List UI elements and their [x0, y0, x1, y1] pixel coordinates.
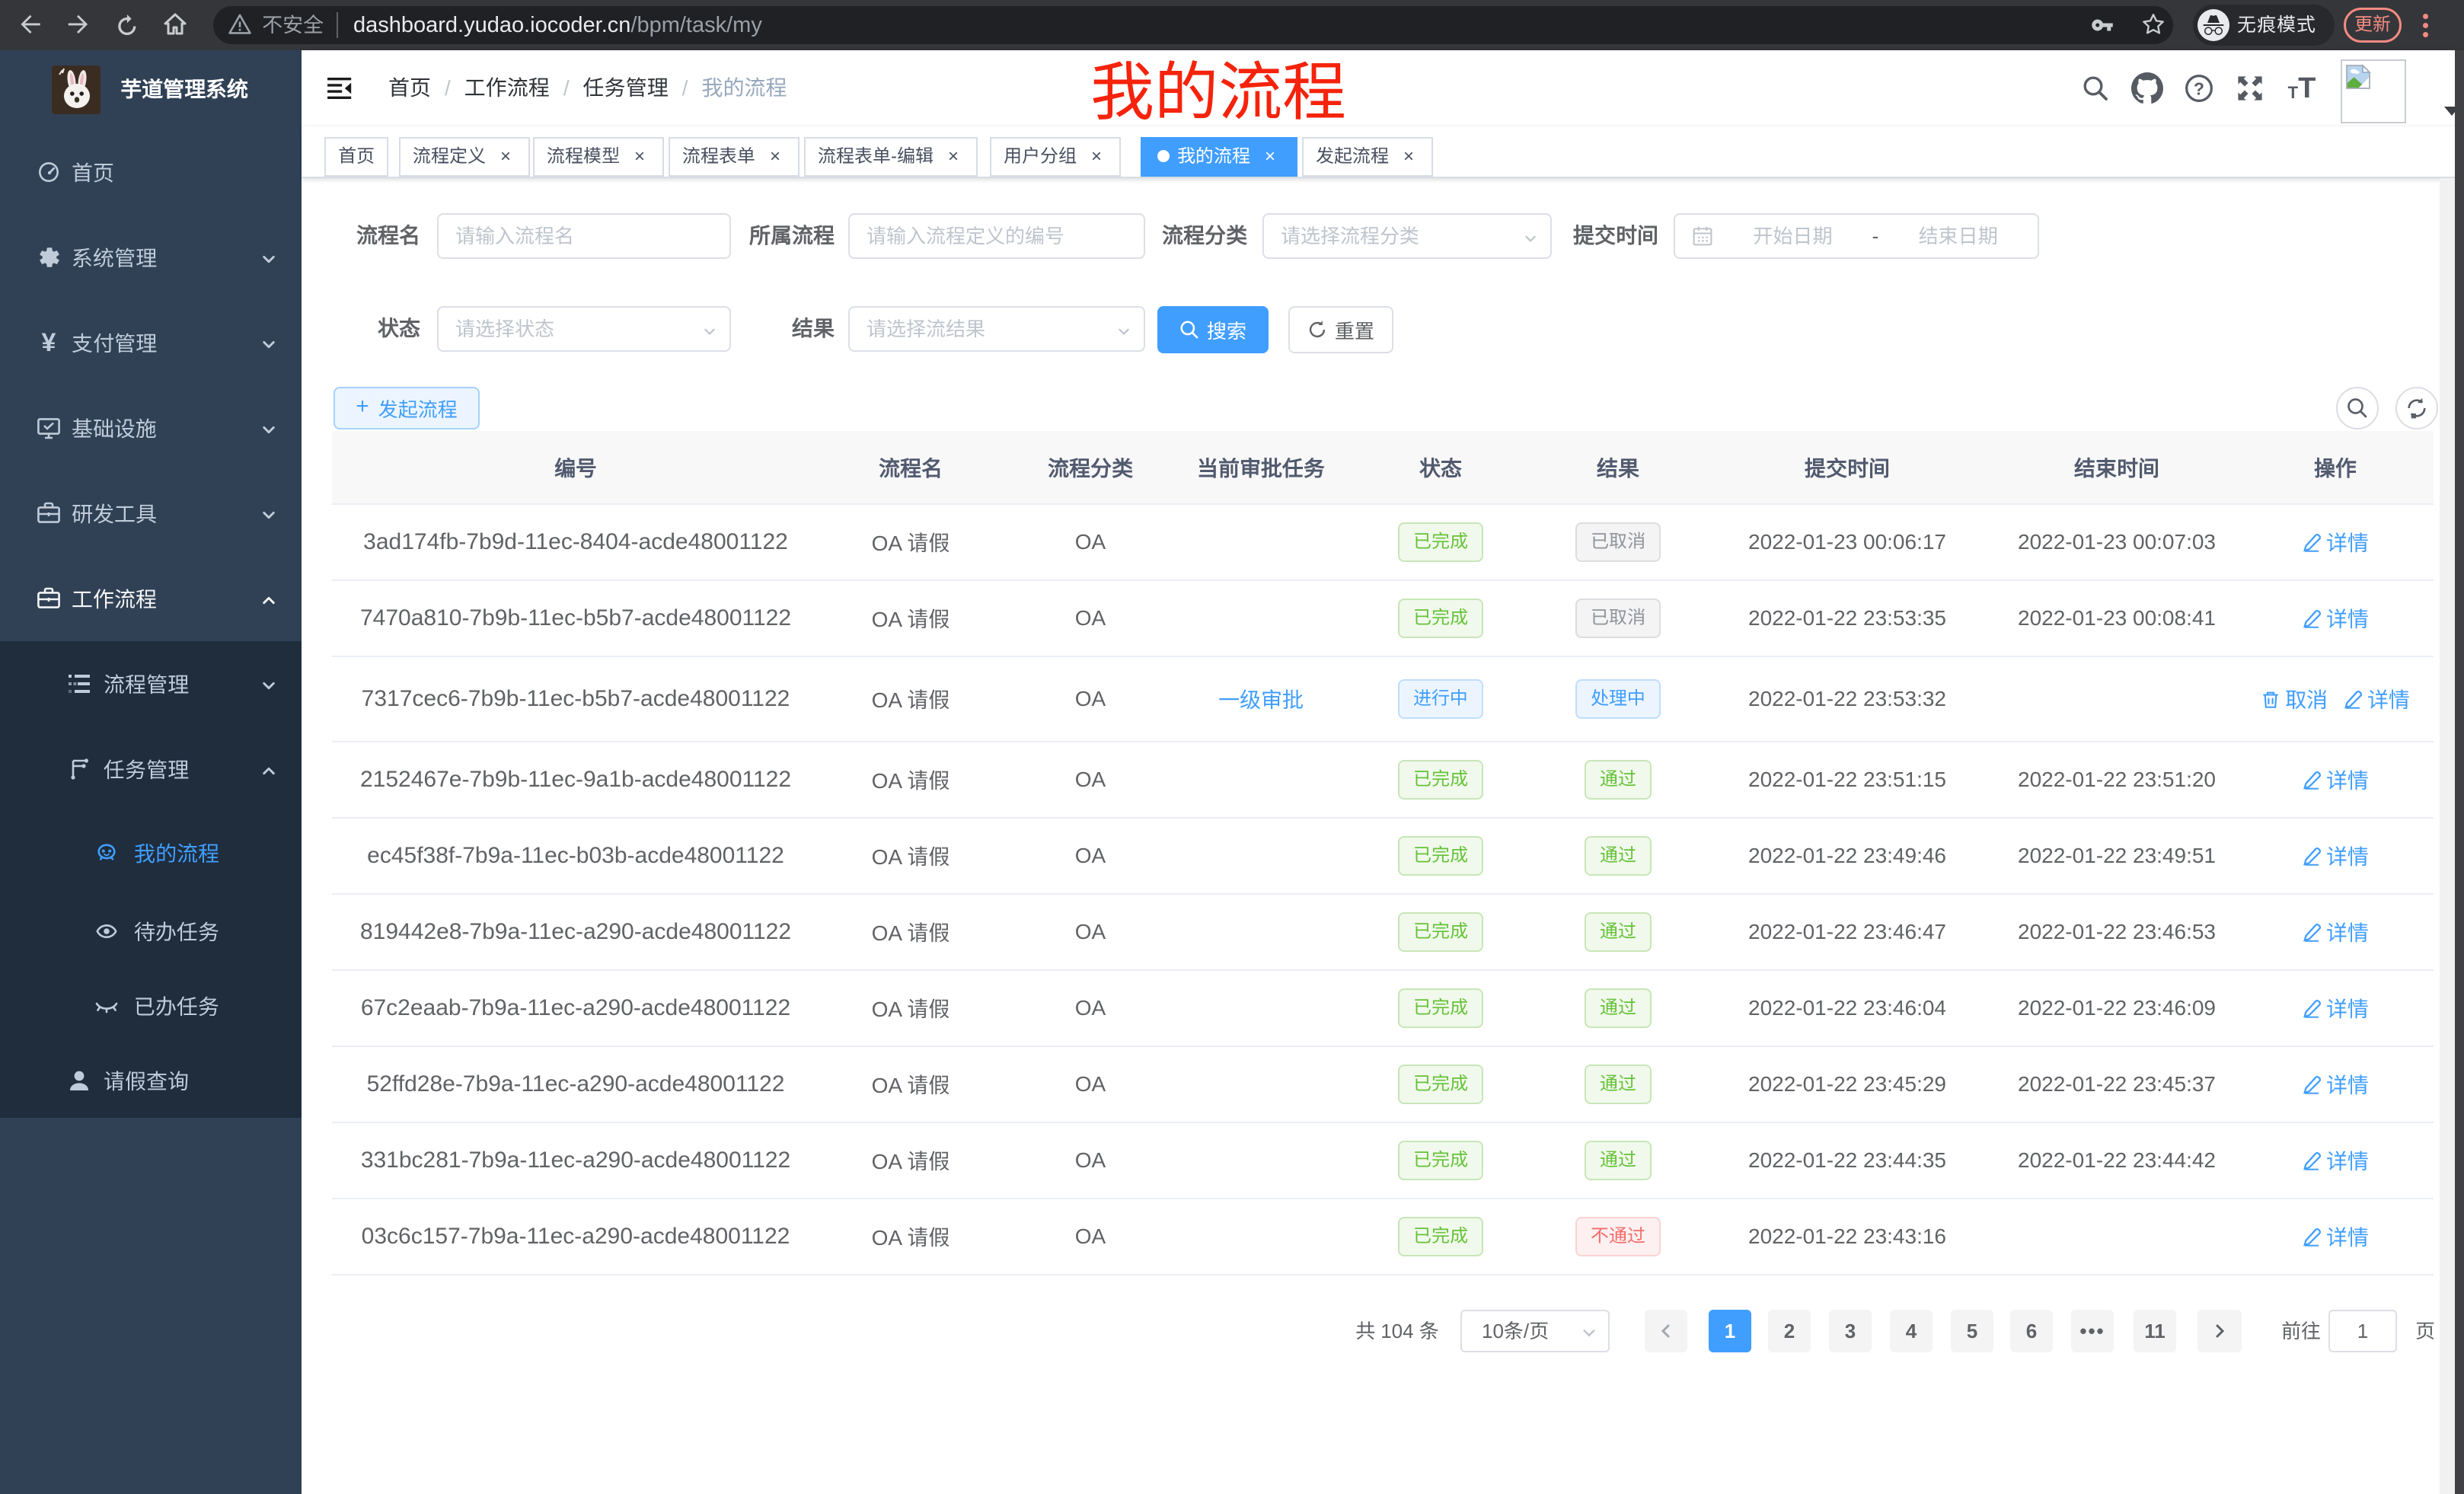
- svg-text:?: ?: [2194, 78, 2204, 98]
